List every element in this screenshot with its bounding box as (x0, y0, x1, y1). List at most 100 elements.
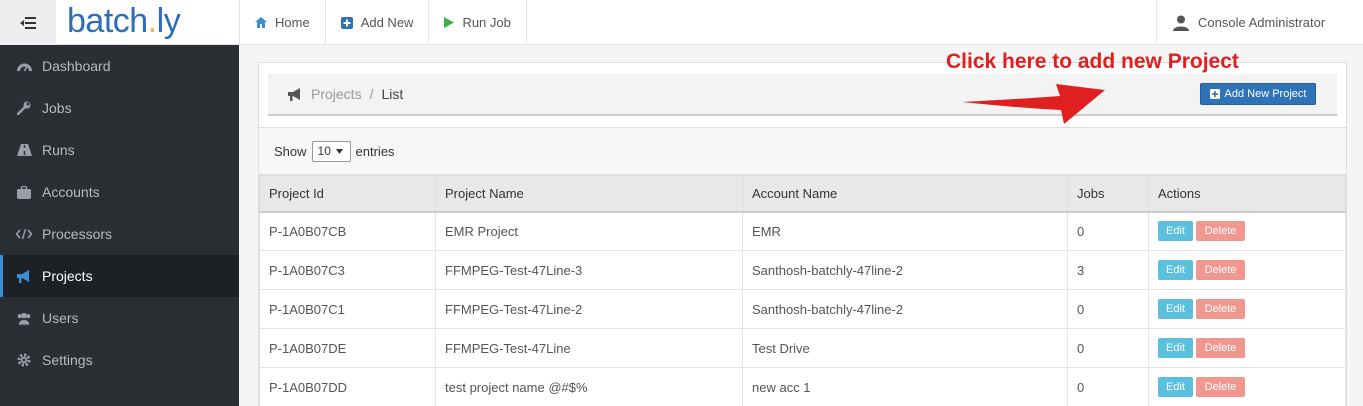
sidebar-item-label: Accounts (42, 184, 100, 200)
home-icon (255, 17, 267, 28)
sidebar-item-label: Users (42, 310, 79, 326)
account-name-cell: new acc 1 (742, 367, 1068, 406)
sidebar-item-runs[interactable]: Runs (0, 129, 239, 171)
project-id-cell: P-1A0B07C1 (259, 289, 436, 329)
sidebar-item-users[interactable]: Users (0, 297, 239, 339)
actions-cell: Edit Delete (1148, 367, 1346, 406)
entries-select[interactable]: 10 (311, 140, 351, 162)
sidebar-toggle-button[interactable] (0, 0, 56, 45)
account-name-cell: Santhosh-batchly-47line-2 (742, 289, 1068, 329)
breadcrumb-current: List (381, 86, 404, 102)
users-icon (16, 310, 32, 326)
nav-add-new[interactable]: Add New (324, 0, 429, 45)
edit-button[interactable]: Edit (1158, 338, 1193, 358)
add-new-project-label: Add New Project (1224, 88, 1307, 100)
project-id-cell: P-1A0B07DD (259, 367, 436, 406)
table-row: P-1A0B07CB EMR Project EMR 0 Edit Delete (259, 211, 1346, 251)
top-nav: Home Add New Run Job (239, 0, 527, 45)
edit-button[interactable]: Edit (1158, 299, 1193, 319)
play-icon (444, 17, 455, 28)
sidebar-item-label: Runs (42, 142, 75, 158)
project-name-cell: FFMPEG-Test-47Line (435, 328, 743, 368)
account-name-cell: Santhosh-batchly-47line-2 (742, 250, 1068, 290)
jobs-cell: 0 (1067, 328, 1149, 368)
project-id-cell: P-1A0B07C3 (259, 250, 436, 290)
nav-run-job-label: Run Job (462, 15, 511, 30)
edit-button[interactable]: Edit (1158, 221, 1193, 242)
actions-cell: Edit Delete (1148, 289, 1346, 329)
bullhorn-icon (16, 268, 32, 284)
delete-button[interactable]: Delete (1196, 260, 1245, 280)
user-menu[interactable]: Console Administrator (1156, 0, 1363, 45)
nav-add-new-label: Add New (360, 15, 414, 30)
project-name-cell: EMR Project (435, 211, 743, 251)
project-name-cell: test project name @#$% (435, 367, 743, 406)
breadcrumb: Projects / List (268, 74, 1337, 116)
actions-cell: Edit Delete (1148, 211, 1346, 251)
callout-text: Click here to add new Project (946, 50, 1239, 73)
user-icon (1173, 15, 1189, 31)
sidebar-item-label: Processors (42, 226, 113, 242)
column-header-jobs[interactable]: Jobs (1067, 175, 1149, 213)
callout-arrow-icon (962, 84, 1105, 124)
table-row: P-1A0B07DE FFMPEG-Test-47Line Test Drive… (259, 328, 1346, 368)
breadcrumb-separator: / (369, 86, 374, 102)
account-name-cell: EMR (742, 211, 1068, 251)
sidebar-item-accounts[interactable]: Accounts (0, 171, 239, 213)
menu-collapse-icon (20, 16, 36, 29)
column-header-actions: Actions (1148, 175, 1346, 213)
table-length-control: Show 10 entries (259, 127, 1346, 175)
sidebar: Dashboard Jobs Runs Accounts Processors … (0, 45, 239, 406)
delete-button[interactable]: Delete (1196, 377, 1245, 397)
actions-cell: Edit Delete (1148, 250, 1346, 290)
project-id-cell: P-1A0B07CB (259, 211, 436, 251)
sidebar-item-label: Jobs (42, 100, 72, 116)
entries-label: entries (355, 143, 395, 159)
sidebar-item-dashboard[interactable]: Dashboard (0, 45, 239, 87)
account-name-cell: Test Drive (742, 328, 1068, 368)
sidebar-item-projects[interactable]: Projects (0, 255, 239, 297)
bullhorn-icon (288, 87, 300, 101)
sidebar-item-label: Settings (42, 352, 93, 368)
nav-home-label: Home (275, 15, 310, 30)
dashboard-icon (16, 58, 32, 74)
table-row: P-1A0B07C3 FFMPEG-Test-47Line-3 Santhosh… (259, 250, 1346, 290)
app-logo[interactable]: batch.ly (67, 2, 181, 41)
edit-button[interactable]: Edit (1158, 260, 1193, 280)
entries-value: 10 (317, 144, 331, 158)
briefcase-icon (16, 184, 32, 200)
chevron-down-icon (335, 148, 343, 154)
breadcrumb-projects-link[interactable]: Projects (311, 86, 362, 102)
wrench-icon (16, 100, 32, 116)
delete-button[interactable]: Delete (1196, 221, 1245, 242)
user-name: Console Administrator (1198, 15, 1326, 30)
projects-table: Project Id Project Name Account Name Job… (259, 175, 1346, 406)
actions-cell: Edit Delete (1148, 328, 1346, 368)
table-row: P-1A0B07C1 FFMPEG-Test-47Line-2 Santhosh… (259, 289, 1346, 329)
code-icon (16, 226, 32, 242)
projects-panel: Projects / List Add New Project Show 10 … (258, 62, 1347, 406)
edit-button[interactable]: Edit (1158, 377, 1193, 397)
table-header-row: Project Id Project Name Account Name Job… (259, 175, 1346, 213)
sidebar-item-settings[interactable]: Settings (0, 339, 239, 381)
jobs-cell: 0 (1067, 211, 1149, 251)
sidebar-item-label: Projects (42, 268, 93, 284)
column-header-account-name[interactable]: Account Name (742, 175, 1068, 213)
jobs-cell: 0 (1067, 289, 1149, 329)
sidebar-item-processors[interactable]: Processors (0, 213, 239, 255)
jobs-cell: 3 (1067, 250, 1149, 290)
add-new-project-button[interactable]: Add New Project (1200, 83, 1316, 105)
jobs-cell: 0 (1067, 367, 1149, 406)
column-header-project-id[interactable]: Project Id (259, 175, 436, 213)
delete-button[interactable]: Delete (1196, 338, 1245, 358)
column-header-project-name[interactable]: Project Name (435, 175, 743, 213)
delete-button[interactable]: Delete (1196, 299, 1245, 319)
road-icon (16, 142, 32, 158)
project-name-cell: FFMPEG-Test-47Line-2 (435, 289, 743, 329)
nav-run-job[interactable]: Run Job (428, 0, 527, 45)
top-bar: batch.ly Home Add New Run Job Console Ad… (0, 0, 1363, 45)
plus-square-icon (340, 16, 353, 29)
nav-home[interactable]: Home (239, 0, 325, 45)
sidebar-item-label: Dashboard (42, 58, 111, 74)
sidebar-item-jobs[interactable]: Jobs (0, 87, 239, 129)
